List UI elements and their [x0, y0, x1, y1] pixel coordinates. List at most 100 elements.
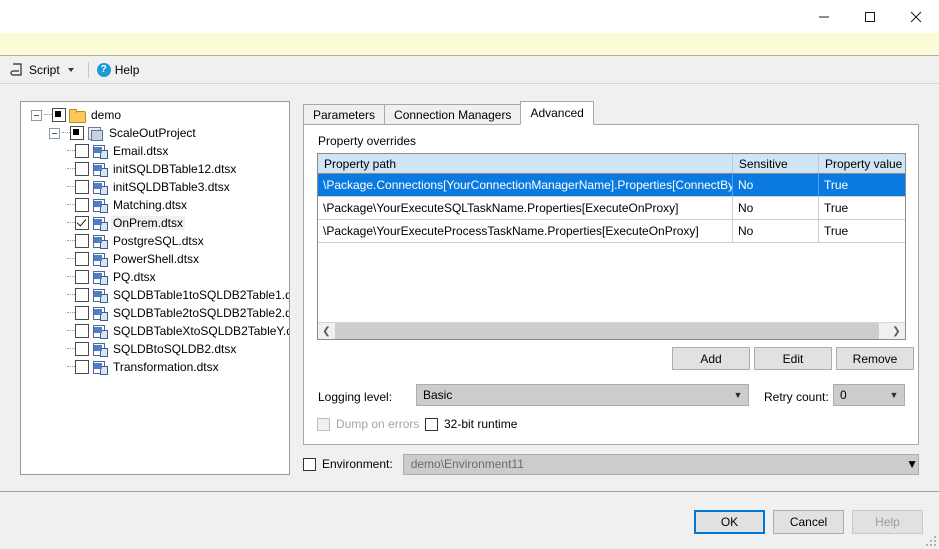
runtime32-checkbox-row[interactable]: 32-bit runtime [425, 417, 517, 431]
tree-item-package[interactable]: Transformation.dtsx [21, 358, 289, 376]
column-header-sensitive[interactable]: Sensitive [733, 154, 819, 173]
tree-item-package[interactable]: PQ.dtsx [21, 268, 289, 286]
table-row[interactable]: \Package\YourExecuteSQLTaskName.Properti… [318, 197, 905, 220]
add-button[interactable]: Add [672, 347, 750, 370]
table-row[interactable]: \Package.Connections[YourConnectionManag… [318, 174, 905, 197]
tree-item-package[interactable]: SQLDBTable2toSQLDB2Table2.dtsx [21, 304, 289, 322]
script-button[interactable]: Script [6, 59, 84, 81]
package-checkbox[interactable] [75, 342, 89, 356]
chevron-left-icon[interactable]: ❮ [318, 323, 335, 339]
scrollbar-thumb[interactable] [335, 323, 879, 339]
tree-line [67, 366, 75, 368]
package-tree-panel[interactable]: demo ScaleOutProject Email.dtsx initSQLD… [20, 101, 290, 475]
chevron-down-icon[interactable]: ▼ [906, 457, 918, 471]
chevron-right-icon[interactable]: ❯ [888, 323, 905, 339]
environment-select[interactable]: demo\Environment11 ▼ [402, 453, 919, 475]
tree-item-package[interactable]: Matching.dtsx [21, 196, 289, 214]
tree-line [67, 276, 75, 278]
package-checkbox[interactable] [75, 180, 89, 194]
package-icon [92, 324, 108, 339]
cancel-button[interactable]: Cancel [773, 510, 844, 534]
tree-line [67, 348, 75, 350]
table-row[interactable]: \Package\YourExecuteProcessTaskName.Prop… [318, 220, 905, 243]
chevron-down-icon[interactable]: ▼ [728, 390, 748, 400]
minimize-icon[interactable] [801, 0, 847, 33]
tree-item-package[interactable]: Email.dtsx [21, 142, 289, 160]
package-checkbox[interactable] [75, 360, 89, 374]
tree-line [67, 330, 75, 332]
resize-grip[interactable] [926, 536, 936, 546]
tree-item-package[interactable]: PowerShell.dtsx [21, 250, 289, 268]
remove-button[interactable]: Remove [836, 347, 914, 370]
cell-property-value: True [823, 178, 849, 192]
edit-button[interactable]: Edit [754, 347, 832, 370]
package-checkbox[interactable] [75, 198, 89, 212]
advanced-tab-panel: Property overrides Property path Sensiti… [303, 124, 919, 445]
package-icon [92, 162, 108, 177]
package-icon [92, 252, 108, 267]
runtime32-label: 32-bit runtime [444, 417, 518, 431]
package-checkbox[interactable] [75, 270, 89, 284]
tree-item-label: PostgreSQL.dtsx [113, 234, 204, 248]
package-checkbox[interactable] [75, 306, 89, 320]
retry-count-value: 0 [840, 388, 847, 402]
package-icon [92, 198, 108, 213]
cell-property-value: True [823, 201, 849, 215]
help-button[interactable]: ? Help [93, 59, 144, 81]
package-checkbox[interactable] [75, 234, 89, 248]
ok-button[interactable]: OK [694, 510, 765, 534]
retry-count-label: Retry count: [764, 390, 829, 404]
tab-advanced[interactable]: Advanced [520, 101, 594, 125]
package-checkbox[interactable] [75, 252, 89, 266]
package-checkbox[interactable] [75, 162, 89, 176]
tree-item-label: SQLDBtoSQLDB2.dtsx [113, 342, 237, 356]
environment-value: demo\Environment11 [410, 457, 524, 471]
tree-item-package[interactable]: SQLDBTable1toSQLDB2Table1.dtsx [21, 286, 289, 304]
tree-line [62, 132, 70, 134]
project-checkbox[interactable] [70, 126, 84, 140]
tree-line [67, 186, 75, 188]
tree-node-label: demo [91, 108, 122, 122]
dialog-window: Script ? Help demo ScaleOutProject Email… [0, 0, 939, 549]
dump-on-errors-checkbox-row[interactable]: Dump on errors [317, 417, 419, 431]
tree-item-label: initSQLDBTable12.dtsx [113, 162, 237, 176]
tree-item-package[interactable]: initSQLDBTable3.dtsx [21, 178, 289, 196]
package-checkbox[interactable] [75, 324, 89, 338]
package-checkbox-checked[interactable] [75, 216, 89, 230]
retry-count-select[interactable]: 0 ▼ [833, 384, 905, 406]
environment-checkbox[interactable] [303, 457, 316, 471]
tree-node-project[interactable]: ScaleOutProject [21, 124, 289, 142]
tree-node-root[interactable]: demo [21, 106, 289, 124]
tab-strip: Parameters Connection Managers Advanced [303, 101, 919, 125]
tree-item-package[interactable]: SQLDBTableXtoSQLDB2TableY.dtsx [21, 322, 289, 340]
root-checkbox[interactable] [52, 108, 66, 122]
package-checkbox[interactable] [75, 288, 89, 302]
close-icon[interactable] [893, 0, 939, 33]
notice-strip [0, 33, 939, 56]
collapse-icon[interactable] [31, 109, 42, 121]
tree-item-package[interactable]: initSQLDBTable12.dtsx [21, 160, 289, 178]
scrollbar-track[interactable] [335, 323, 888, 339]
grid-horizontal-scrollbar[interactable]: ❮ ❯ [318, 322, 905, 339]
tree-item-package[interactable]: PostgreSQL.dtsx [21, 232, 289, 250]
package-icon [92, 288, 108, 303]
logging-level-value: Basic [423, 388, 453, 402]
maximize-icon[interactable] [847, 0, 893, 33]
chevron-down-icon[interactable] [67, 67, 74, 72]
package-checkbox[interactable] [75, 144, 89, 158]
dump-on-errors-checkbox [317, 417, 330, 431]
runtime32-checkbox[interactable] [425, 417, 438, 431]
tab-parameters[interactable]: Parameters [303, 104, 386, 125]
tree-item-package-selected[interactable]: OnPrem.dtsx [21, 214, 289, 232]
tree-item-package[interactable]: SQLDBtoSQLDB2.dtsx [21, 340, 289, 358]
property-overrides-grid[interactable]: Property path Sensitive Property value \… [317, 153, 906, 340]
cell-property-path: \Package\YourExecuteProcessTaskName.Prop… [318, 220, 733, 242]
column-header-property-value[interactable]: Property value [819, 154, 905, 173]
collapse-icon[interactable] [49, 127, 60, 139]
chevron-down-icon[interactable]: ▼ [884, 390, 904, 400]
column-header-property-path[interactable]: Property path [318, 154, 733, 173]
tab-connection-managers[interactable]: Connection Managers [384, 104, 522, 125]
package-icon [92, 234, 108, 249]
logging-level-select[interactable]: Basic ▼ [416, 384, 749, 406]
tree-line [67, 294, 75, 296]
